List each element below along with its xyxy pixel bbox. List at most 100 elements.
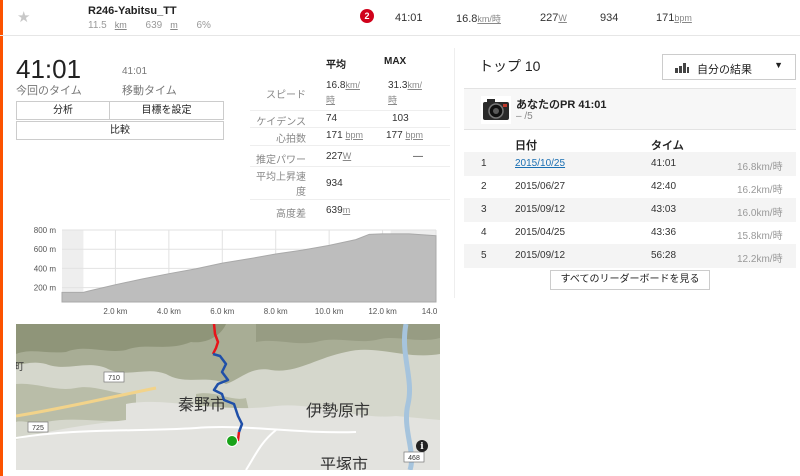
y-tick-label: 600 m [34,245,57,254]
rank-badge: 2 [360,9,374,23]
leaderboard-row[interactable]: 1 2015/10/25 41:01 16.8km/時 [464,152,796,176]
cadence-label: ケイデンス [256,117,306,128]
vam-label: 平均上昇速度 [256,172,306,198]
x-tick-label: 8.0 km [264,307,288,316]
stats-divider [250,199,450,200]
y-tick-label: 200 m [34,284,57,293]
off-segment-shade [62,230,84,302]
y-tick-label: 400 m [34,264,57,273]
x-tick-label: 6.0 km [210,307,234,316]
segment-summary-row[interactable]: ★ R246-Yabitsu_TT 11.5 km 639 m 6% 2 41:01… [0,0,800,36]
leaderboard-header-date: 日付 [515,140,537,152]
compare-button[interactable]: 比較 [16,121,224,140]
elapsed-time-label: 今回のタイム [16,85,82,97]
speed-max: 31.3km/時 [388,80,422,105]
results-filter-dropdown[interactable]: 自分の結果 ▼ [662,54,796,80]
elev-diff-label: 高度差 [276,209,306,220]
personal-record-box: あなたのPR 41:01 – /5 [464,88,796,130]
segment-grade: 6% [196,20,211,31]
pr-label: あなたのPR 41:01 [516,99,607,111]
x-tick-label: 12.0 km [368,307,397,316]
power-label: 推定パワー [256,155,306,166]
x-tick-label: 4.0 km [157,307,181,316]
start-marker[interactable] [226,435,238,447]
cadence-max: 103 [392,113,409,124]
hr-max: 177 bpm [386,130,423,141]
stats-divider [250,145,450,146]
segment-meta: 11.5 km 639 m 6% [88,20,219,31]
row-date: 2015/06/27 [515,181,566,192]
bar-chart-icon [675,63,689,73]
analysis-button[interactable]: 分析 [16,101,110,120]
route-710-label: 710 [108,375,120,382]
row-rank: 2 [481,181,487,192]
results-filter-label: 自分の結果 [697,64,752,76]
row-date: 2015/09/12 [515,204,566,215]
segment-distance: 11.5 km [88,20,127,31]
panel-divider [454,48,455,298]
segment-power: 227W [540,12,567,24]
leaderboard-title: トップ 10 [479,58,541,74]
row-rank: 5 [481,250,487,261]
row-time: 56:28 [651,250,677,261]
elapsed-time: 41:01 [16,54,82,84]
leaderboard-row[interactable]: 5 2015/09/12 56:28 12.2km/時 [464,244,796,268]
info-icon-glyph: i [420,442,424,452]
city-label-hiratsuka: 平塚市 [320,455,368,470]
leaderboard-row[interactable]: 4 2015/04/25 43:36 15.8km/時 [464,221,796,245]
view-all-leaderboards-button[interactable]: すべてのリーダーボードを見る [550,270,710,290]
vam-value: 934 [326,178,343,189]
segment-elev-gain: 639 m [145,20,178,31]
moving-time: 41:01 [122,66,148,77]
city-label-hadano: 秦野市 [178,395,226,414]
route-map[interactable]: 710 725 468 秦野市 伊勢原市 平塚市 町 i [16,324,440,470]
row-speed: 16.0km/時 [737,208,783,219]
row-date: 2015/04/25 [515,227,566,238]
caret-down-icon: ▼ [774,60,783,70]
route-725-label: 725 [32,425,44,432]
moving-time-label: 移動タイム [122,85,177,97]
power-max: — [413,151,423,162]
stats-divider [250,110,450,111]
row-speed: 15.8km/時 [737,231,783,242]
row-speed: 12.2km/時 [737,254,783,265]
segment-time: 41:01 [395,12,423,24]
edge-town-label: 町 [16,362,24,373]
row-rank: 1 [481,158,487,169]
leaderboard-header-time: タイム [651,140,684,152]
power-avg: 227W [326,151,352,162]
speed-label: スピード [266,90,306,101]
elev-diff-value: 639m [326,205,351,216]
avatar[interactable] [481,96,511,124]
row-rank: 4 [481,227,487,238]
leaderboard-row[interactable]: 2 2015/06/27 42:40 16.2km/時 [464,175,796,199]
row-time: 43:36 [651,227,677,238]
stats-header-max: MAX [384,56,407,67]
segment-speed: 16.8km/時 [456,13,501,25]
leaderboard-row[interactable]: 3 2015/09/12 43:03 16.0km/時 [464,198,796,222]
elevation-chart[interactable]: 200 m 400 m 600 m 800 m 2.0 km 4.0 km 6.0 km 8.… [16,224,440,322]
y-tick-label: 800 m [34,226,57,235]
hr-avg: 171 bpm [326,130,363,141]
x-tick-label: 10.0 km [315,307,344,316]
row-date: 2015/09/12 [515,250,566,261]
route-468-label: 468 [408,455,420,462]
stats-header-avg: 平均 [326,60,346,71]
pr-rank: – /5 [516,111,533,122]
segment-hr: 171bpm [656,12,692,24]
row-date-link[interactable]: 2015/10/25 [515,158,565,169]
segment-name[interactable]: R246-Yabitsu_TT [88,5,177,17]
row-speed: 16.8km/時 [737,162,783,173]
segment-vam: 934 [600,12,619,24]
stats-divider [250,166,450,167]
x-tick-label: 14.0 km [422,307,440,316]
x-tick-label: 2.0 km [103,307,127,316]
set-goal-button[interactable]: 目標を設定 [109,101,224,120]
hr-label: 心拍数 [276,134,306,145]
star-icon[interactable]: ★ [17,8,30,26]
row-time: 43:03 [651,204,677,215]
city-label-isehara: 伊勢原市 [306,401,370,420]
row-time: 41:01 [651,158,677,169]
accent-bar [0,0,3,476]
row-time: 42:40 [651,181,677,192]
